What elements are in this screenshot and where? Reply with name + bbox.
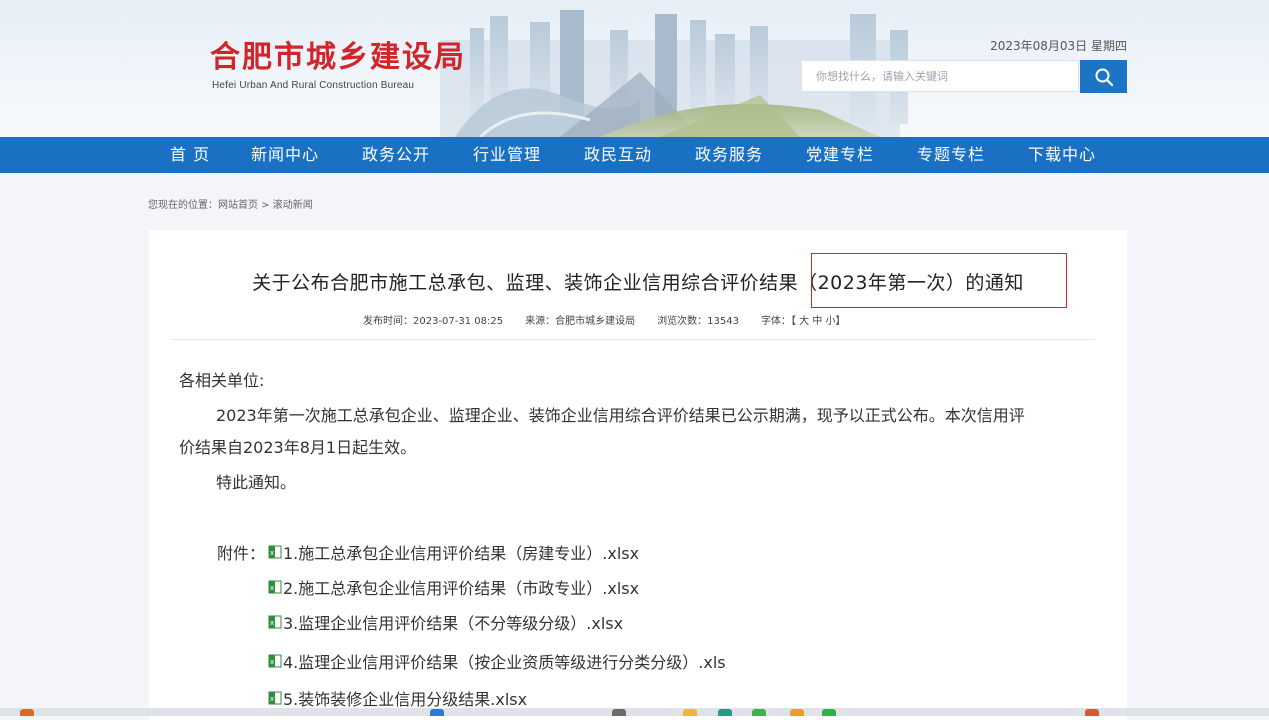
nav-party-building[interactable]: 党建专栏 xyxy=(806,137,874,173)
magnifier-icon xyxy=(1095,68,1113,86)
greeting-text: 各相关单位: xyxy=(179,371,265,390)
article-card: 关于公布合肥市施工总承包、监理、装饰企业信用综合评价结果（2023年第一次）的通… xyxy=(149,230,1127,720)
attachment-label: 1.施工总承包企业信用评价结果（房建专业）.xlsx xyxy=(283,544,640,563)
excel-file-icon: x xyxy=(268,580,282,594)
svg-text:x: x xyxy=(270,619,274,627)
font-size-large-button[interactable]: 大 xyxy=(799,316,809,327)
svg-text:x: x xyxy=(270,695,274,703)
taskbar-folder-icon[interactable] xyxy=(683,709,697,716)
search-button[interactable] xyxy=(1080,60,1127,93)
attachment-link-2[interactable]: x 2.施工总承包企业信用评价结果（市政专业）.xlsx xyxy=(268,575,639,599)
nav-public-interaction[interactable]: 政民互动 xyxy=(584,137,652,173)
article-title: 关于公布合肥市施工总承包、监理、装饰企业信用综合评价结果（2023年第一次）的通… xyxy=(149,268,1127,295)
article-title-main: 关于公布合肥市施工总承包、监理、装饰企业信用综合评价结果 xyxy=(252,272,799,294)
attachment-label: 4.监理企业信用评价结果（按企业资质等级进行分类分级）.xls xyxy=(283,653,726,672)
nav-industry-management[interactable]: 行业管理 xyxy=(473,137,541,173)
source-name: 合肥市城乡建设局 xyxy=(555,316,636,327)
attachment-link-5[interactable]: x 5.装饰装修企业信用分级结果.xlsx xyxy=(268,686,527,710)
nav-download-center[interactable]: 下载中心 xyxy=(1028,137,1096,173)
font-size-small-button[interactable]: 小 xyxy=(826,316,836,327)
excel-file-icon: x xyxy=(268,615,282,629)
closing-text: 特此通知。 xyxy=(216,473,297,492)
attachment-label: 3.监理企业信用评价结果（不分等级分级）.xlsx xyxy=(283,614,624,633)
nav-home[interactable]: 首 页 xyxy=(170,137,210,173)
nav-special-topics[interactable]: 专题专栏 xyxy=(917,137,985,173)
attachments-label: 附件： xyxy=(217,544,266,563)
article-title-highlighted-part: （2023年第一次）的通知 xyxy=(798,272,1024,294)
taskbar-app-icon[interactable] xyxy=(822,709,836,716)
attachment-link-4[interactable]: x 4.监理企业信用评价结果（按企业资质等级进行分类分级）.xls xyxy=(268,649,726,673)
svg-text:x: x xyxy=(270,584,274,592)
svg-text:x: x xyxy=(270,658,274,666)
breadcrumb: 您现在的位置：网站首页 > 滚动新闻 xyxy=(148,196,313,211)
excel-file-icon: x xyxy=(268,691,282,705)
taskbar-app-icon[interactable] xyxy=(752,709,766,716)
breadcrumb-current-link[interactable]: 滚动新闻 xyxy=(273,200,313,211)
attachment-label: 5.装饰装修企业信用分级结果.xlsx xyxy=(283,690,528,709)
bureau-logo-english: Hefei Urban And Rural Construction Burea… xyxy=(212,80,415,91)
excel-file-icon: x xyxy=(268,545,282,559)
taskbar-tray-icon[interactable] xyxy=(1085,709,1099,716)
attachment-link-3[interactable]: x 3.监理企业信用评价结果（不分等级分级）.xlsx xyxy=(268,610,623,634)
article-meta: 发布时间：2023-07-31 08:25 来源：合肥市城乡建设局 浏览次数：135… xyxy=(363,312,846,327)
font-size-medium-button[interactable]: 中 xyxy=(812,316,822,327)
source-label: 来源： xyxy=(525,316,556,327)
search-input[interactable] xyxy=(801,60,1079,92)
font-size-label: 字体： xyxy=(760,316,791,327)
nav-government-services[interactable]: 政务服务 xyxy=(695,137,763,173)
attachment-label: 2.施工总承包企业信用评价结果（市政专业）.xlsx xyxy=(283,579,640,598)
nav-government-affairs-disclosure[interactable]: 政务公开 xyxy=(362,137,430,173)
os-taskbar xyxy=(0,708,1269,716)
view-count: 13543 xyxy=(707,316,739,327)
breadcrumb-home-link[interactable]: 网站首页 xyxy=(218,200,258,211)
taskbar-app-icon[interactable] xyxy=(612,709,626,716)
bureau-logo-chinese[interactable]: 合肥市城乡建设局 xyxy=(210,40,466,76)
taskbar-app-icon[interactable] xyxy=(790,709,804,716)
title-divider xyxy=(171,339,1095,340)
font-bracket-open: 【 xyxy=(790,316,796,327)
nav-news-center[interactable]: 新闻中心 xyxy=(251,137,319,173)
publish-time-label: 发布时间： xyxy=(363,316,413,327)
current-date: 2023年08月03日 星期四 xyxy=(990,39,1127,53)
taskbar-app-icon[interactable] xyxy=(718,709,732,716)
publish-time: 2023-07-31 08:25 xyxy=(413,316,504,327)
breadcrumb-prefix: 您现在的位置： xyxy=(148,200,218,211)
body-paragraph-line-2: 价结果自2023年8月1日起生效。 xyxy=(179,438,417,457)
view-count-label: 浏览次数： xyxy=(657,316,708,327)
main-navigation: 首 页 新闻中心 政务公开 行业管理 政民互动 政务服务 党建专栏 专题专栏 下… xyxy=(0,137,1269,173)
attachment-link-1[interactable]: x 1.施工总承包企业信用评价结果（房建专业）.xlsx xyxy=(268,540,639,564)
header-banner: 合肥市城乡建设局 Hefei Urban And Rural Construct… xyxy=(0,0,1269,137)
body-paragraph-line-1: 2023年第一次施工总承包企业、监理企业、装饰企业信用综合评价结果已公示期满，现… xyxy=(216,406,1025,425)
breadcrumb-separator: > xyxy=(258,200,273,211)
font-bracket-close: 】 xyxy=(835,316,846,327)
excel-file-icon: x xyxy=(268,654,282,668)
taskbar-app-icon[interactable] xyxy=(20,709,34,716)
taskbar-start-icon[interactable] xyxy=(430,709,444,716)
svg-text:x: x xyxy=(270,549,274,557)
